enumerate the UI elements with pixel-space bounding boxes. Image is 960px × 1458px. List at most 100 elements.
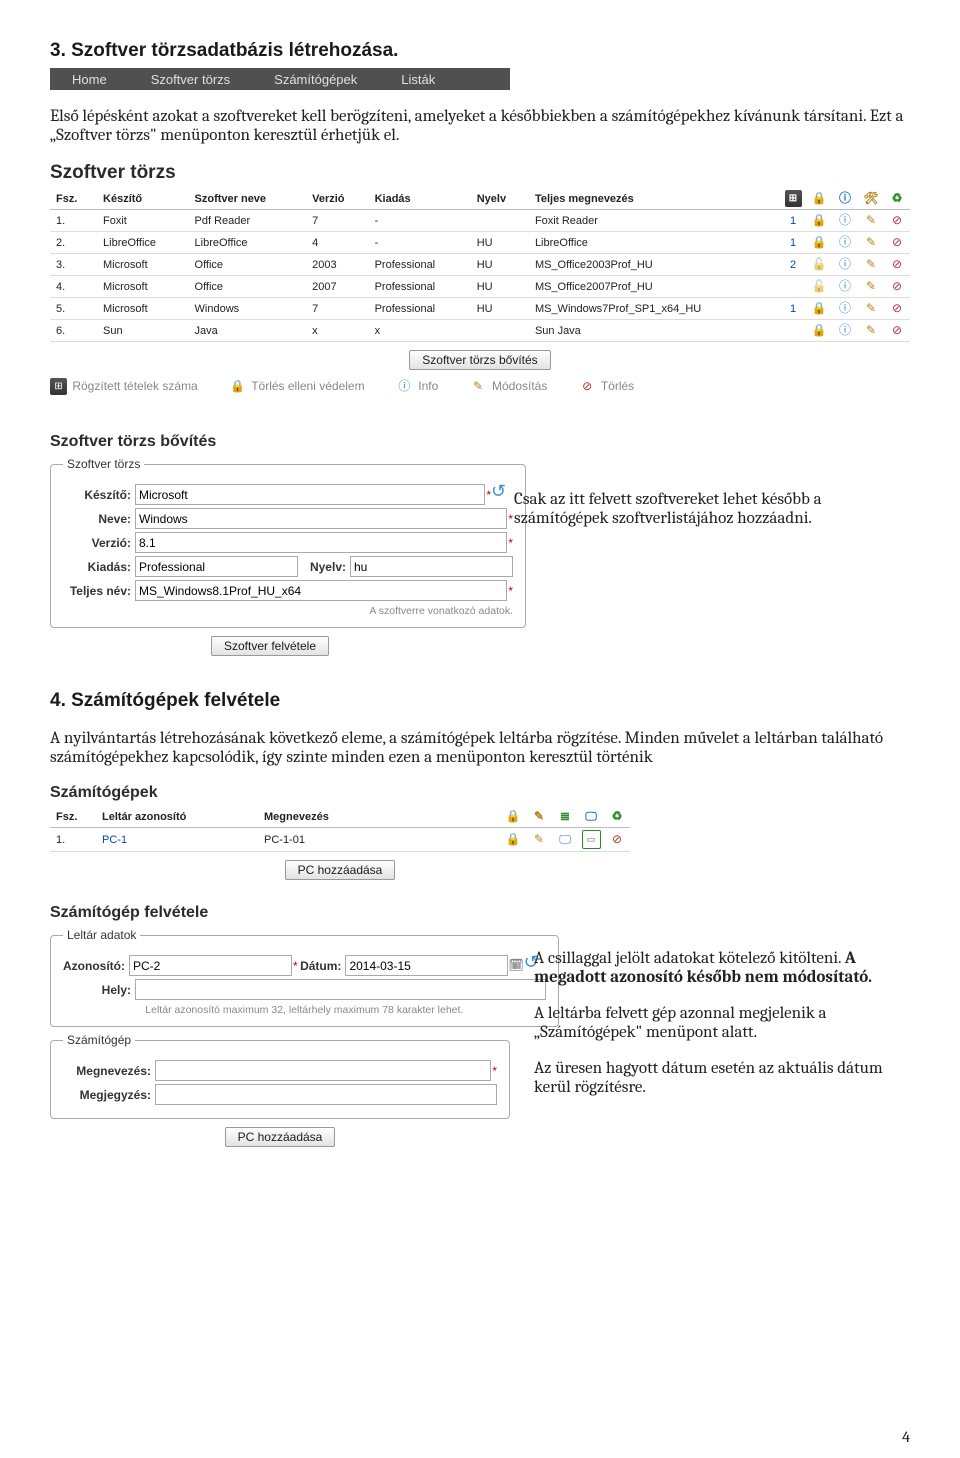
count-link[interactable]: 1 (790, 303, 796, 315)
szoftver-torzs-table: Fsz. Készítő Szoftver neve Verzió Kiadás… (50, 188, 910, 342)
input-megnevezes[interactable] (155, 1060, 491, 1081)
lock-icon[interactable]: 🔒 (811, 234, 828, 251)
label-keszito: Készítő: (63, 488, 131, 502)
lock-icon[interactable]: 🔒 (811, 212, 828, 229)
delete-icon[interactable]: ⊘ (889, 278, 906, 295)
menu-szamitogepek[interactable]: Számítógépek (252, 72, 379, 87)
table-row: 3.MicrosoftOffice2003ProfessionalHUMS_Of… (50, 254, 910, 276)
info-icon[interactable]: ⓘ (837, 278, 854, 295)
input-datum[interactable] (345, 955, 508, 976)
menu-szoftver-torzs[interactable]: Szoftver törzs (129, 72, 252, 87)
heading-3: 3. Szoftver törzsadatbázis létrehozása. (50, 40, 910, 62)
heading-4: 4. Számítógépek felvétele (50, 690, 910, 712)
monitor-icon[interactable]: 🖵 (557, 831, 574, 848)
col-kiadas: Kiadás (369, 188, 471, 210)
input-teljes[interactable] (135, 580, 507, 601)
paragraph-side-2: A csillaggal jelölt adatokat kötelező ki… (534, 949, 910, 987)
szoftver-felvetele-button[interactable]: Szoftver felvétele (211, 636, 329, 656)
input-hely[interactable] (135, 979, 546, 1000)
col-megn: Megnevezés (258, 806, 500, 828)
fieldset-legend: Leltár adatok (63, 928, 140, 942)
pc-hozzaadasa-button-2[interactable]: PC hozzáadása (225, 1127, 336, 1147)
szoftver-torzs-bovites-button[interactable]: Szoftver törzs bővítés (409, 350, 550, 370)
input-verzio[interactable] (135, 532, 507, 553)
info-icon[interactable]: ⓘ (837, 234, 854, 251)
label-azonosito: Azonosító: (63, 959, 125, 973)
edit-icon[interactable]: ✎ (863, 256, 880, 273)
edit-icon: ✎ (470, 378, 487, 395)
delete-icon[interactable]: ⊘ (889, 212, 906, 229)
input-megjegyzes[interactable] (155, 1084, 497, 1105)
card-icon[interactable]: ▭ (582, 830, 601, 849)
unlock-icon[interactable]: 🔓 (811, 278, 828, 295)
edit-icon: ✎ (531, 808, 548, 825)
required-star: * (508, 512, 513, 526)
lock-icon[interactable]: 🔒 (505, 831, 522, 848)
lock-icon[interactable]: 🔒 (811, 322, 828, 339)
label-datum: Dátum: (298, 959, 342, 973)
col-verzio: Verzió (306, 188, 369, 210)
edit-icon[interactable]: ✎ (863, 212, 880, 229)
info-icon[interactable]: ⓘ (837, 300, 854, 317)
edit-icon[interactable]: ✎ (531, 831, 548, 848)
input-keszito[interactable] (135, 484, 485, 505)
fieldset-legend: Szoftver törzs (63, 457, 144, 471)
count-link[interactable]: 1 (790, 237, 796, 249)
delete-icon[interactable]: ⊘ (889, 234, 906, 251)
calendar-icon[interactable]: 🗓 (508, 957, 523, 974)
info-icon[interactable]: ⓘ (837, 322, 854, 339)
col-nyelv: Nyelv (471, 188, 529, 210)
menu-home[interactable]: Home (50, 72, 129, 87)
label-megnevezes: Megnevezés: (63, 1064, 151, 1078)
table-row: 2.LibreOfficeLibreOffice4-HULibreOffice1… (50, 232, 910, 254)
paragraph-intro: Első lépésként azokat a szoftvereket kel… (50, 107, 910, 145)
edit-icon[interactable]: ✎ (863, 278, 880, 295)
input-kiadas[interactable] (135, 556, 298, 577)
lock-icon: 🔒 (505, 808, 522, 825)
delete-icon[interactable]: ⊘ (889, 322, 906, 339)
table-row: 1.PC-1PC-1-01🔒✎🖵▭⊘ (50, 828, 630, 852)
szamitogep-fieldset: Számítógép Megnevezés:* Megjegyzés: (50, 1033, 510, 1119)
count-link[interactable]: 1 (790, 215, 796, 227)
count-link[interactable]: 2 (790, 259, 796, 271)
info-icon: ⓘ (837, 190, 854, 207)
pc-hozzaadasa-button[interactable]: PC hozzáadása (285, 860, 396, 880)
input-nyelv[interactable] (350, 556, 513, 577)
delete-icon[interactable]: ⊘ (889, 300, 906, 317)
recycle-icon: ♻ (609, 808, 626, 825)
label-nyelv: Nyelv: (298, 560, 346, 574)
edit-icon[interactable]: ✎ (863, 322, 880, 339)
table-row: 6.SunJavaxxSun Java🔒ⓘ✎⊘ (50, 320, 910, 342)
label-neve: Neve: (63, 512, 131, 526)
calculator-icon: ⊞ (50, 378, 67, 395)
input-neve[interactable] (135, 508, 507, 529)
edit-icon[interactable]: ✎ (863, 300, 880, 317)
label-verzio: Verzió: (63, 536, 131, 550)
label-megjegyzes: Megjegyzés: (63, 1088, 151, 1102)
paragraph-side-3: A leltárba felvett gép azonnal megjeleni… (534, 1004, 910, 1042)
col-neve: Szoftver neve (189, 188, 307, 210)
table-row: 5.MicrosoftWindows7ProfessionalHUMS_Wind… (50, 298, 910, 320)
unlock-icon[interactable]: 🔓 (811, 256, 828, 273)
pc-felvetele-title: Számítógép felvétele (50, 904, 510, 922)
col-fsz: Fsz. (50, 806, 96, 828)
menu-listak[interactable]: Listák (379, 72, 457, 87)
label-kiadas: Kiadás: (63, 560, 131, 574)
input-azonosito[interactable] (129, 955, 292, 976)
lock-icon[interactable]: 🔒 (811, 300, 828, 317)
info-icon[interactable]: ⓘ (837, 256, 854, 273)
info-icon[interactable]: ⓘ (837, 212, 854, 229)
undo-icon[interactable]: ↺ (491, 481, 513, 503)
delete-icon[interactable]: ⊘ (889, 256, 906, 273)
szoftver-torzs-fieldset: Szoftver törzs ↺ Készítő: * Neve: * Verzió… (50, 457, 526, 628)
delete-icon[interactable]: ⊘ (609, 831, 626, 848)
required-star: * (508, 584, 513, 598)
szamitogepek-table: Fsz. Leltár azonosító Megnevezés 🔒 ✎ ≣ 🖵… (50, 806, 630, 852)
fieldset-note: Leltár azonosító maximum 32, leltárhely … (63, 1004, 546, 1016)
edit-icon[interactable]: ✎ (863, 234, 880, 251)
pc-azon-link[interactable]: PC-1 (102, 834, 127, 846)
szoftver-torzs-title: Szoftver törzs (50, 162, 910, 184)
fieldset-legend: Számítógép (63, 1033, 135, 1047)
table-row: 1.FoxitPdf Reader7-Foxit Reader1🔒ⓘ✎⊘ (50, 210, 910, 232)
calculator-icon: ⊞ (785, 190, 802, 207)
